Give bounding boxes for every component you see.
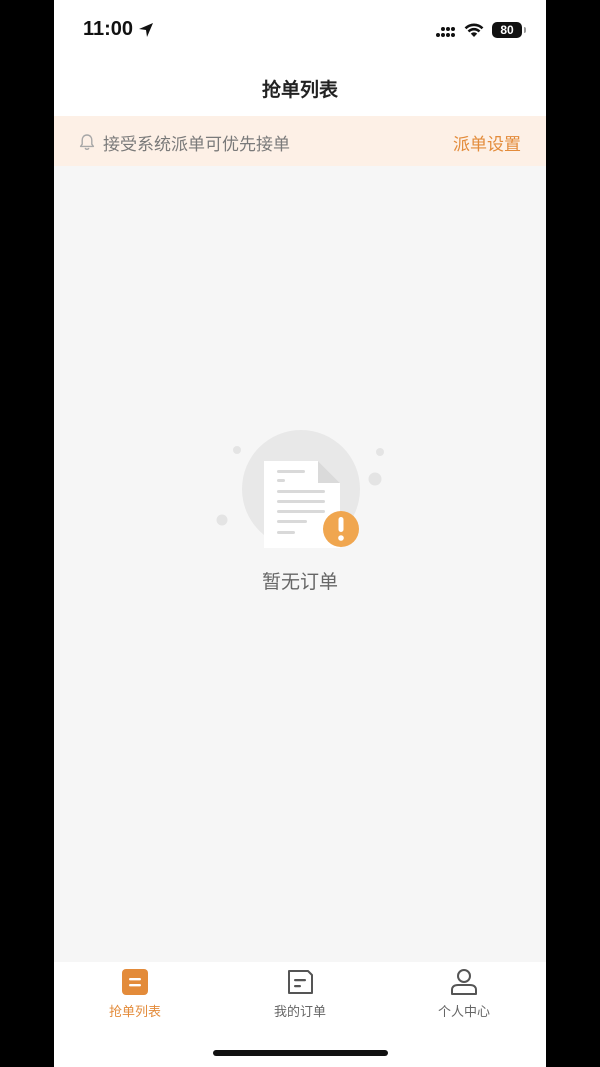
notice-text: 接受系统派单可优先接单: [103, 135, 290, 155]
tab-my-orders[interactable]: 我的订单: [240, 968, 360, 1028]
dispatch-notice-bar: 接受系统派单可优先接单 派单设置: [54, 116, 546, 166]
profile-icon: [451, 969, 477, 995]
my-orders-icon: [288, 970, 313, 994]
order-list-icon: [122, 969, 148, 995]
navigation-bar: 抢单列表: [54, 62, 546, 116]
tab-label-order-list: 抢单列表: [108, 1005, 161, 1020]
page-title: 抢单列表: [261, 79, 338, 101]
wifi-icon: [464, 23, 484, 37]
dispatch-settings-link[interactable]: 派单设置: [453, 130, 521, 155]
battery-icon: 80: [492, 22, 522, 38]
home-indicator[interactable]: [213, 1050, 388, 1056]
status-bar: 11:00 80: [54, 0, 546, 62]
tab-label-profile: 个人中心: [437, 1005, 490, 1020]
app-screen: 11:00 80 抢单列表 接受系统派单可优先接单 派单设置 暂无订单 抢单列表…: [54, 0, 546, 1067]
empty-document-warning-icon: [216, 430, 384, 548]
battery-nub: [524, 27, 526, 33]
empty-state-text: 暂无订单: [261, 571, 338, 593]
signal-icon: [436, 24, 455, 37]
tab-order-list[interactable]: 抢单列表: [75, 968, 195, 1028]
tab-label-my-orders: 我的订单: [273, 1005, 326, 1020]
status-time: 11:00: [83, 18, 134, 40]
bell-icon: [79, 134, 95, 150]
tab-profile[interactable]: 个人中心: [404, 968, 524, 1028]
location-arrow-icon: [139, 23, 153, 37]
